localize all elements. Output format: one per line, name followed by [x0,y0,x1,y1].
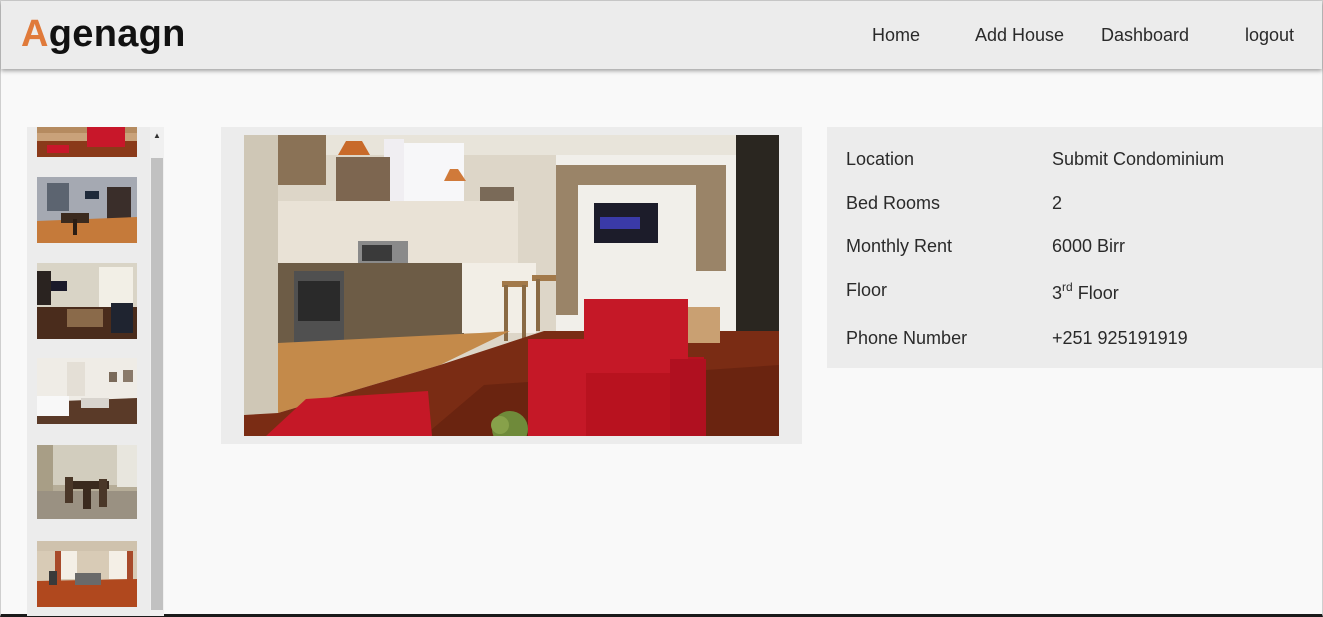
phone-number-label: Phone Number [846,328,968,348]
floor-ordinal-suffix: rd [1062,280,1073,294]
thumbnail-panel [27,127,164,616]
monthly-rent-value: 6000 Birr [1052,236,1126,256]
top-navbar: Agenagn Home Add House Dashboard logout [1,1,1322,69]
floor-number: 3 [1052,283,1063,303]
nav-home-link[interactable]: Home [872,25,920,46]
dining-table-photo-icon [37,445,137,519]
living-room-windows-photo-icon [37,541,137,607]
main-photo-frame [221,127,802,444]
nav-add-house-link[interactable]: Add House [975,25,1064,46]
thumbnail-6[interactable] [37,541,137,607]
location-value: Submit Condominium [1052,149,1225,169]
logo-text: genagn [48,13,186,55]
dining-room-photo-icon [37,177,137,243]
thumbnail-4[interactable] [37,358,137,424]
scroll-up-arrow-icon[interactable]: ▲ [150,127,164,144]
nav-dashboard-link[interactable]: Dashboard [1101,25,1189,46]
bedrooms-value: 2 [1052,193,1063,213]
main-house-photo [244,135,779,436]
thumbnail-scrollbar[interactable]: ▲ [150,127,164,616]
house-details-panel: Location Submit Condominium Bed Rooms 2 … [827,127,1322,368]
thumbnail-2[interactable] [37,177,137,243]
floor-value: 3rd Floor [1052,280,1119,304]
location-label: Location [846,149,915,169]
bedrooms-label: Bed Rooms [846,193,941,213]
living-room-red-chair-photo-icon [37,127,137,157]
nav-logout-link[interactable]: logout [1245,25,1294,46]
monthly-rent-label: Monthly Rent [846,236,953,256]
logo-accent-letter: A [21,13,49,55]
tv-lounge-photo-icon [37,263,137,339]
thumbnail-5[interactable] [37,445,137,519]
floor-label: Floor [846,280,888,300]
brand-logo[interactable]: Agenagn [21,13,186,56]
kitchen-living-room-photo-icon [244,135,779,436]
white-living-room-photo-icon [37,358,137,424]
phone-number-value: +251 925191919 [1052,328,1188,348]
thumbnail-3[interactable] [37,263,137,339]
thumbnail-1[interactable] [37,127,137,157]
floor-word: Floor [1077,283,1119,303]
scrollbar-thumb[interactable] [151,158,163,610]
